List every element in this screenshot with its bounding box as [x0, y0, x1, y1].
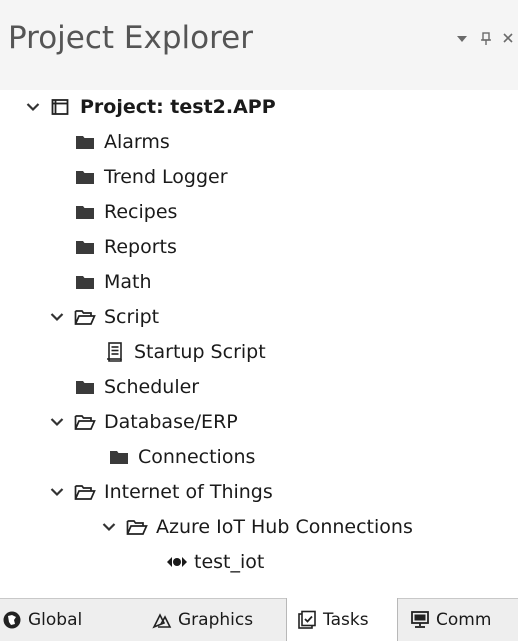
tree-node-test-iot[interactable]: test_iot	[166, 545, 264, 579]
explorer-tab-strip: Global Graphics Tasks Comm	[0, 598, 518, 641]
comm-icon	[410, 610, 430, 630]
chevron-down-icon[interactable]	[48, 483, 66, 501]
graphics-icon	[152, 610, 172, 630]
folder-icon	[74, 133, 96, 151]
tab-tasks[interactable]: Tasks	[286, 598, 398, 641]
iot-device-icon	[166, 553, 188, 571]
chevron-down-icon[interactable]	[100, 518, 118, 536]
tree-node-label: Trend Logger	[104, 166, 228, 188]
tab-label: Comm	[436, 610, 492, 630]
tab-label: Tasks	[323, 609, 369, 630]
tree-node-label: Alarms	[104, 131, 170, 153]
tree-node-project[interactable]: Project: test2.APP	[24, 90, 276, 124]
project-icon	[50, 98, 72, 116]
close-icon	[498, 32, 518, 44]
tree-node-alarms[interactable]: Alarms	[74, 125, 170, 159]
tab-label: Graphics	[178, 610, 254, 630]
chevron-down-icon[interactable]	[48, 413, 66, 431]
folder-open-icon	[74, 483, 96, 501]
tree-node-reports[interactable]: Reports	[74, 230, 177, 264]
pin-button[interactable]	[474, 28, 498, 52]
tree-node-math[interactable]: Math	[74, 265, 152, 299]
folder-icon	[74, 273, 96, 291]
tree-node-recipes[interactable]: Recipes	[74, 195, 177, 229]
tree-node-connections[interactable]: Connections	[108, 440, 255, 474]
tab-graphics[interactable]: Graphics	[152, 599, 253, 641]
tree-node-label: Internet of Things	[104, 481, 273, 503]
folder-open-icon	[74, 308, 96, 326]
tree-node-script[interactable]: Script	[48, 300, 159, 334]
panel-title: Project Explorer	[8, 20, 253, 56]
global-icon	[2, 610, 22, 630]
script-document-icon	[104, 342, 126, 362]
tab-comm[interactable]: Comm	[410, 599, 491, 641]
pin-icon	[474, 32, 498, 46]
dropdown-button[interactable]	[450, 28, 474, 52]
project-tree: Project: test2.APP Alarms Trend Logger R…	[0, 90, 518, 598]
folder-icon	[74, 168, 96, 186]
tree-node-scheduler[interactable]: Scheduler	[74, 370, 199, 404]
tree-node-label: Connections	[138, 446, 256, 468]
folder-icon	[74, 238, 96, 256]
tree-node-database-erp[interactable]: Database/ERP	[48, 405, 238, 439]
tree-node-label: Startup Script	[134, 341, 266, 363]
tree-node-label: Database/ERP	[104, 411, 238, 433]
tree-node-label: test_iot	[194, 551, 265, 573]
tree-node-label: Reports	[104, 236, 177, 258]
close-button[interactable]	[498, 28, 518, 52]
caret-down-icon	[450, 32, 474, 46]
tree-node-trend-logger[interactable]: Trend Logger	[74, 160, 228, 194]
tree-node-label: Azure IoT Hub Connections	[156, 516, 413, 538]
tree-node-label: Math	[104, 271, 152, 293]
tree-node-label: Project: test2.APP	[80, 96, 276, 118]
tasks-icon	[297, 610, 317, 630]
tree-node-azure-iot-hub-connections[interactable]: Azure IoT Hub Connections	[100, 510, 413, 544]
folder-icon	[74, 378, 96, 396]
folder-open-icon	[74, 413, 96, 431]
tree-node-label: Scheduler	[104, 376, 200, 398]
tab-global[interactable]: Global	[2, 599, 82, 641]
tree-node-startup-script[interactable]: Startup Script	[104, 335, 266, 369]
tree-node-label: Recipes	[104, 201, 178, 223]
folder-icon	[74, 203, 96, 221]
tree-node-internet-of-things[interactable]: Internet of Things	[48, 475, 273, 509]
panel-header: Project Explorer	[0, 0, 518, 90]
folder-icon	[108, 448, 130, 466]
chevron-down-icon[interactable]	[48, 308, 66, 326]
project-explorer-panel: Project Explorer Project: test2.APP Alar…	[0, 0, 518, 641]
chevron-down-icon[interactable]	[24, 98, 42, 116]
tree-node-label: Script	[104, 306, 160, 328]
tab-label: Global	[28, 610, 83, 630]
folder-open-icon	[126, 518, 148, 536]
